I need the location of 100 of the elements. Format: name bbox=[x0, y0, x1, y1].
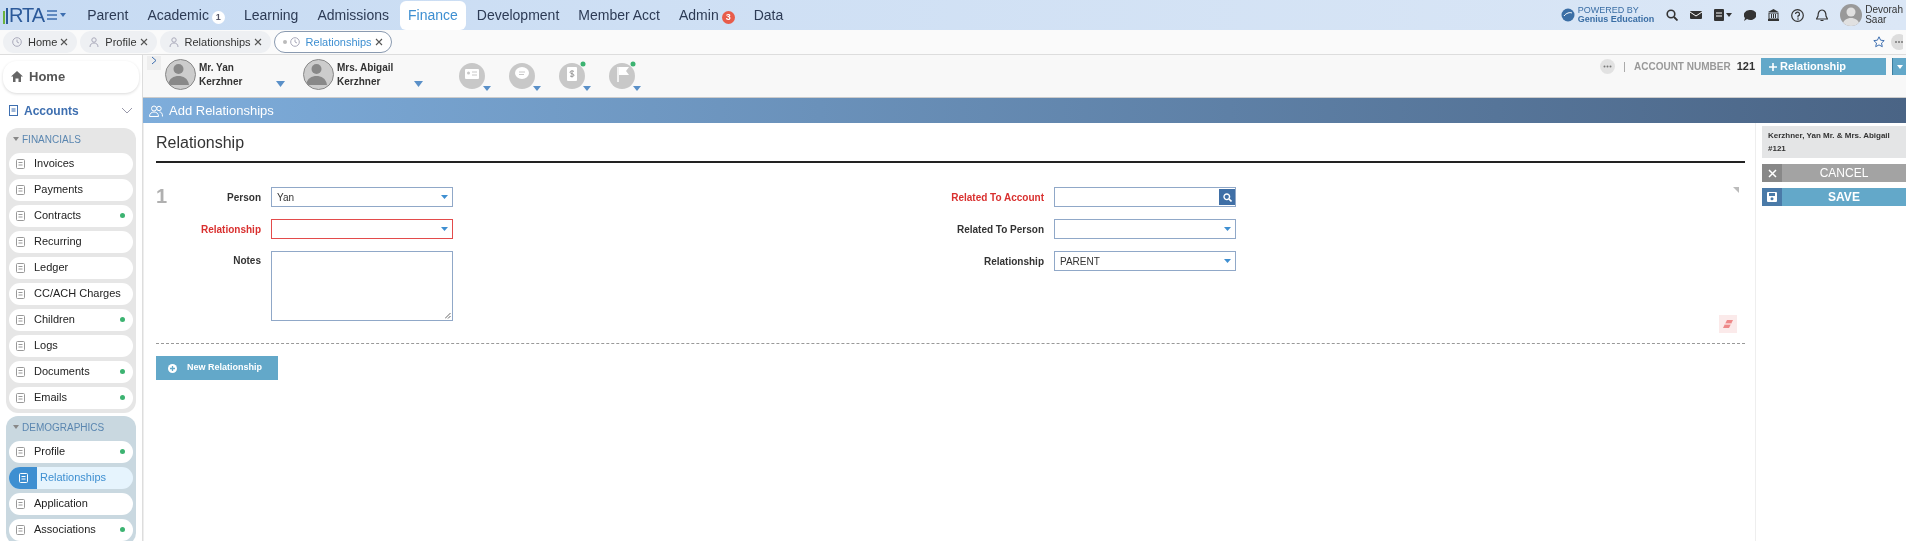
page-icon bbox=[15, 236, 25, 247]
plus-icon bbox=[1769, 62, 1777, 71]
sidebar-item[interactable]: Ledger bbox=[9, 256, 133, 279]
nav-tab[interactable]: Finance bbox=[399, 0, 466, 30]
caret-down-icon[interactable] bbox=[276, 80, 285, 87]
sidebar-item[interactable]: Documents bbox=[9, 360, 133, 383]
caret-down-icon[interactable] bbox=[483, 86, 491, 91]
page-icon bbox=[15, 392, 25, 403]
chevron-right-icon bbox=[151, 56, 157, 65]
field-label: Relationship bbox=[983, 255, 1045, 269]
field-label: Related To Person bbox=[955, 223, 1045, 237]
caret-down-icon bbox=[13, 137, 19, 141]
search-icon bbox=[1222, 192, 1232, 202]
calendar-icon[interactable] bbox=[1714, 9, 1733, 21]
bell-icon[interactable] bbox=[1816, 8, 1829, 22]
page-tab[interactable]: Home bbox=[3, 30, 78, 54]
select-field[interactable]: Yan bbox=[271, 187, 453, 207]
notes-field[interactable] bbox=[271, 251, 453, 321]
close-icon[interactable] bbox=[139, 38, 148, 46]
corner-mark-icon bbox=[1733, 187, 1739, 193]
logo-bars-icon bbox=[3, 6, 9, 24]
page-tab[interactable]: Relationships bbox=[273, 30, 392, 54]
caret-down-icon bbox=[13, 425, 19, 429]
resize-grip-icon bbox=[445, 313, 451, 319]
nav-tab[interactable]: Development bbox=[468, 0, 568, 30]
sidebar-item[interactable]: Emails bbox=[9, 386, 133, 409]
plus-circle-icon bbox=[168, 363, 177, 373]
search-field[interactable] bbox=[1054, 187, 1236, 207]
close-icon[interactable] bbox=[374, 38, 383, 46]
caret-down-icon[interactable] bbox=[414, 80, 423, 87]
field-label: Person bbox=[226, 191, 262, 205]
caret-down-icon[interactable] bbox=[583, 86, 591, 91]
nav-tab[interactable]: Admissions bbox=[309, 0, 397, 30]
page-icon bbox=[15, 340, 25, 351]
chevron-down-icon bbox=[121, 107, 133, 114]
page-icon bbox=[15, 288, 25, 299]
help-icon[interactable] bbox=[1791, 8, 1805, 22]
nav-tab[interactable]: Admin 3 bbox=[671, 0, 743, 30]
contact-name[interactable]: Mrs. Abigail Kerzhner bbox=[337, 60, 394, 89]
user-name: Devorah Saar bbox=[1865, 5, 1903, 25]
page-tab[interactable]: Profile bbox=[80, 30, 157, 54]
clock-icon bbox=[12, 37, 22, 47]
sidebar-item[interactable]: Profile bbox=[9, 440, 133, 463]
nav-tab[interactable]: Parent bbox=[79, 0, 137, 30]
powered-by-text: POWERED BY Genius Education bbox=[1577, 6, 1655, 24]
sidebar-item[interactable]: Invoices bbox=[9, 152, 133, 175]
avatar[interactable] bbox=[303, 59, 334, 90]
nav-tab[interactable]: Learning bbox=[235, 0, 307, 30]
select-field[interactable] bbox=[271, 219, 453, 239]
search-icon[interactable] bbox=[1666, 9, 1679, 21]
select-field[interactable] bbox=[1054, 219, 1236, 239]
sidebar-item[interactable]: Recurring bbox=[9, 230, 133, 253]
caret-down-icon[interactable] bbox=[633, 86, 641, 91]
accounts-menu[interactable]: Accounts bbox=[3, 96, 139, 125]
building-icon[interactable] bbox=[1768, 9, 1780, 21]
caret-down-icon[interactable] bbox=[533, 86, 541, 91]
search-button[interactable] bbox=[1219, 189, 1235, 205]
close-icon bbox=[1767, 168, 1777, 178]
house-icon bbox=[11, 71, 23, 83]
select-field[interactable]: PARENT bbox=[1054, 251, 1236, 271]
more-icon[interactable] bbox=[1599, 59, 1615, 74]
dropdown-toggle-button[interactable] bbox=[1892, 58, 1906, 75]
form-title: Relationship bbox=[156, 131, 1745, 163]
page-tab[interactable]: Relationships bbox=[159, 30, 271, 54]
clock-icon bbox=[289, 37, 300, 47]
sidebar-item[interactable]: Contracts bbox=[9, 204, 133, 227]
caret-down-icon bbox=[1224, 227, 1231, 231]
sidebar-item[interactable]: Application bbox=[9, 492, 133, 515]
page-icon bbox=[18, 472, 28, 483]
page-title: Add Relationships bbox=[169, 101, 274, 120]
mail-icon[interactable] bbox=[1690, 10, 1703, 20]
user-avatar[interactable] bbox=[1840, 4, 1863, 26]
nav-tab[interactable]: Academic 1 bbox=[139, 0, 233, 30]
avatar[interactable] bbox=[165, 59, 196, 90]
sidebar-item[interactable]: Payments bbox=[9, 178, 133, 201]
row-number: 1 bbox=[156, 187, 169, 209]
nav-tab[interactable]: Data bbox=[745, 0, 792, 30]
expand-button[interactable] bbox=[147, 56, 161, 70]
page-icon bbox=[15, 262, 25, 273]
home-link[interactable]: Home bbox=[3, 61, 139, 93]
sidebar-item[interactable]: Children bbox=[9, 308, 133, 331]
close-icon[interactable] bbox=[253, 38, 262, 46]
eraser-button[interactable] bbox=[1719, 315, 1737, 333]
caret-down-icon bbox=[1896, 64, 1903, 69]
caret-down-icon bbox=[441, 195, 448, 199]
count-badge: 3 bbox=[721, 10, 735, 24]
star-icon[interactable] bbox=[1873, 36, 1885, 48]
contact-name[interactable]: Mr. Yan Kerzhner bbox=[199, 60, 243, 89]
caret-down-icon bbox=[441, 227, 448, 231]
nav-tab[interactable]: Member Acct bbox=[570, 0, 668, 30]
sidebar-item[interactable]: CC/ACH Charges bbox=[9, 282, 133, 305]
people-icon bbox=[149, 104, 163, 117]
sidebar-item[interactable]: Associations bbox=[9, 518, 133, 541]
field-label: Notes bbox=[232, 254, 262, 268]
menu-icon[interactable] bbox=[47, 9, 68, 21]
field-label: Relationship bbox=[200, 223, 262, 237]
close-icon[interactable] bbox=[60, 38, 69, 46]
sidebar-item[interactable]: Logs bbox=[9, 334, 133, 357]
more-icon[interactable] bbox=[1891, 34, 1903, 50]
chat-icon[interactable] bbox=[1744, 9, 1757, 21]
